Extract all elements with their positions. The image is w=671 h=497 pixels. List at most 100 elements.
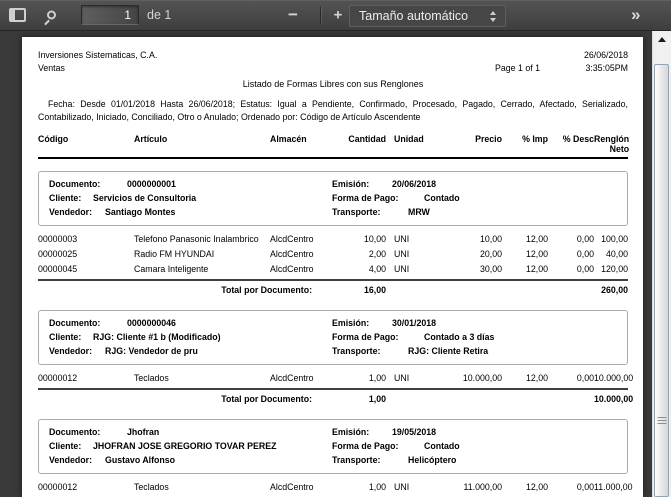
transporte-label: Transporte: — [332, 205, 408, 219]
document-section: Documento:Jhofran Cliente:JHOFRAN JOSE G… — [38, 419, 628, 497]
document-info-left: Documento:Jhofran Cliente:JHOFRAN JOSE G… — [49, 425, 332, 467]
zoom-scale-value: Tamaño automático — [359, 9, 468, 23]
document-info-left: Documento:0000000046 Cliente:RJG: Client… — [49, 316, 332, 358]
vendedor-value: Gustavo Alfonso — [105, 455, 175, 465]
pdf-viewer-area: Inversiones Sistematicas, C.A. 26/06/201… — [0, 31, 671, 497]
item-row: 00000003Telefono Panasonic InalambricoAl… — [38, 232, 628, 247]
cell-cantidad: 10,00 — [340, 234, 386, 245]
cell-codigo: 00000012 — [38, 482, 134, 493]
vendedor-label: Vendedor: — [49, 205, 105, 219]
document-info-left: Documento:0000000001 Cliente:Servicios d… — [49, 177, 332, 219]
up-triangle-icon — [658, 37, 666, 42]
cliente-label: Cliente: — [49, 439, 93, 453]
cell-precio: 10.000,00 — [434, 373, 502, 384]
toolbar-separator — [320, 7, 321, 24]
sidebar-toggle-button[interactable] — [9, 8, 26, 22]
cell-codigo: 00000012 — [38, 373, 134, 384]
cell-precio: 10,00 — [434, 234, 502, 245]
header-rule — [38, 157, 628, 159]
cell-unidad: UNI — [386, 482, 434, 493]
col-almacen: Almacén — [270, 134, 340, 154]
cell-cantidad: 1,00 — [340, 373, 386, 384]
total-neto: 260,00 — [594, 285, 628, 296]
cell-desc: 0,00 — [548, 373, 594, 384]
emision-label: Emisión: — [332, 425, 392, 439]
cliente-value: Servicios de Consultoria — [93, 193, 196, 203]
total-label: Total por Documento: — [38, 394, 340, 405]
cell-unidad: UNI — [386, 373, 434, 384]
cell-desc: 0,00 — [548, 264, 594, 275]
document-info-right: Emisión:20/06/2018 Forma de Pago:Contado… — [332, 177, 617, 219]
transporte-label: Transporte: — [332, 344, 408, 358]
spinner-arrows-icon — [490, 11, 496, 22]
col-imp: % Imp — [502, 134, 548, 154]
total-row: Total por Documento: 16,00 260,00 — [38, 281, 628, 298]
forma-pago-label: Forma de Pago: — [332, 191, 424, 205]
documento-label: Documento: — [49, 425, 127, 439]
cell-codigo: 00000025 — [38, 249, 134, 260]
cell-unidad: UNI — [386, 234, 434, 245]
document-sections: Documento:0000000001 Cliente:Servicios d… — [38, 171, 628, 497]
cell-articulo: Radio FM HYUNDAI — [134, 249, 270, 260]
col-cantidad: Cantidad — [340, 134, 386, 154]
document-info-box: Documento:0000000001 Cliente:Servicios d… — [38, 171, 628, 226]
cell-almacen: AlcdCentro — [270, 373, 340, 384]
zoom-out-button[interactable]: − — [282, 5, 304, 25]
total-neto: 10.000,00 — [594, 394, 633, 405]
cell-codigo: 00000045 — [38, 264, 134, 275]
cell-neto: 120,00 — [594, 264, 628, 275]
cell-cantidad: 1,00 — [340, 482, 386, 493]
cell-desc: 0,00 — [548, 482, 594, 493]
scroll-up-button[interactable] — [653, 31, 671, 47]
report-content: Inversiones Sistematicas, C.A. 26/06/201… — [22, 37, 643, 497]
report-title: Listado de Formas Libres con sus Renglon… — [38, 79, 628, 89]
search-button[interactable] — [47, 11, 56, 20]
col-precio: Precio — [434, 134, 502, 154]
pdf-page: Inversiones Sistematicas, C.A. 26/06/201… — [22, 37, 643, 497]
column-headers: Código Artículo Almacén Cantidad Unidad … — [38, 134, 628, 154]
cell-codigo: 00000003 — [38, 234, 134, 245]
total-row: Total por Documento: 1,00 10.000,00 — [38, 390, 628, 407]
cell-neto: 11.000,00 — [594, 482, 632, 493]
page-of-label: Page 1 of 1 — [495, 62, 540, 75]
cell-neto: 40,00 — [594, 249, 628, 260]
vendedor-value: RJG: Vendedor de pru — [105, 346, 198, 356]
total-cantidad: 1,00 — [340, 394, 386, 405]
cell-almacen: AlcdCentro — [270, 482, 340, 493]
search-icon — [47, 11, 56, 20]
cell-precio: 20,00 — [434, 249, 502, 260]
toolbar-overflow-button[interactable]: » — [631, 5, 640, 25]
scrollbar-thumb[interactable] — [654, 64, 669, 497]
cell-precio: 11.000,00 — [434, 482, 502, 493]
total-cantidad: 16,00 — [340, 285, 386, 296]
zoom-scale-select[interactable]: Tamaño automático — [349, 5, 506, 27]
item-rows: 00000003Telefono Panasonic InalambricoAl… — [38, 232, 628, 277]
scrollbar-grip-icon — [657, 417, 666, 425]
item-row: 00000045Camara InteligenteAlcdCentro4,00… — [38, 262, 628, 277]
transporte-value: RJG: Cliente Retira — [408, 346, 488, 356]
cell-articulo: Telefono Panasonic Inalambrico — [134, 234, 270, 245]
forma-pago-value: Contado a 3 días — [424, 332, 494, 342]
col-articulo: Artículo — [134, 134, 270, 154]
col-codigo: Código — [38, 134, 134, 154]
item-row: 00000012TecladosAlcdCentro1,00UNI11.000,… — [38, 480, 628, 495]
cell-unidad: UNI — [386, 264, 434, 275]
forma-pago-label: Forma de Pago: — [332, 330, 424, 344]
zoom-in-button[interactable]: + — [327, 7, 349, 24]
item-rows: 00000012TecladosAlcdCentro1,00UNI11.000,… — [38, 480, 628, 495]
pdf-toolbar: de 1 − + Tamaño automático » — [0, 0, 671, 31]
emision-value: 20/06/2018 — [392, 179, 436, 189]
total-label: Total por Documento: — [38, 285, 340, 296]
page-number-input[interactable] — [81, 5, 139, 25]
documento-label: Documento: — [49, 177, 127, 191]
report-filter-line: Fecha: Desde 01/01/2018 Hasta 26/06/2018… — [38, 98, 628, 124]
item-row: 00000025Radio FM HYUNDAIAlcdCentro2,00UN… — [38, 247, 628, 262]
cell-articulo: Camara Inteligente — [134, 264, 270, 275]
page-count-label: de 1 — [147, 8, 171, 22]
document-section: Documento:0000000046 Cliente:RJG: Client… — [38, 310, 628, 407]
cell-almacen: AlcdCentro — [270, 234, 340, 245]
transporte-value: MRW — [408, 207, 430, 217]
vertical-scrollbar[interactable] — [652, 31, 671, 497]
vendedor-label: Vendedor: — [49, 453, 105, 467]
forma-pago-label: Forma de Pago: — [332, 439, 424, 453]
